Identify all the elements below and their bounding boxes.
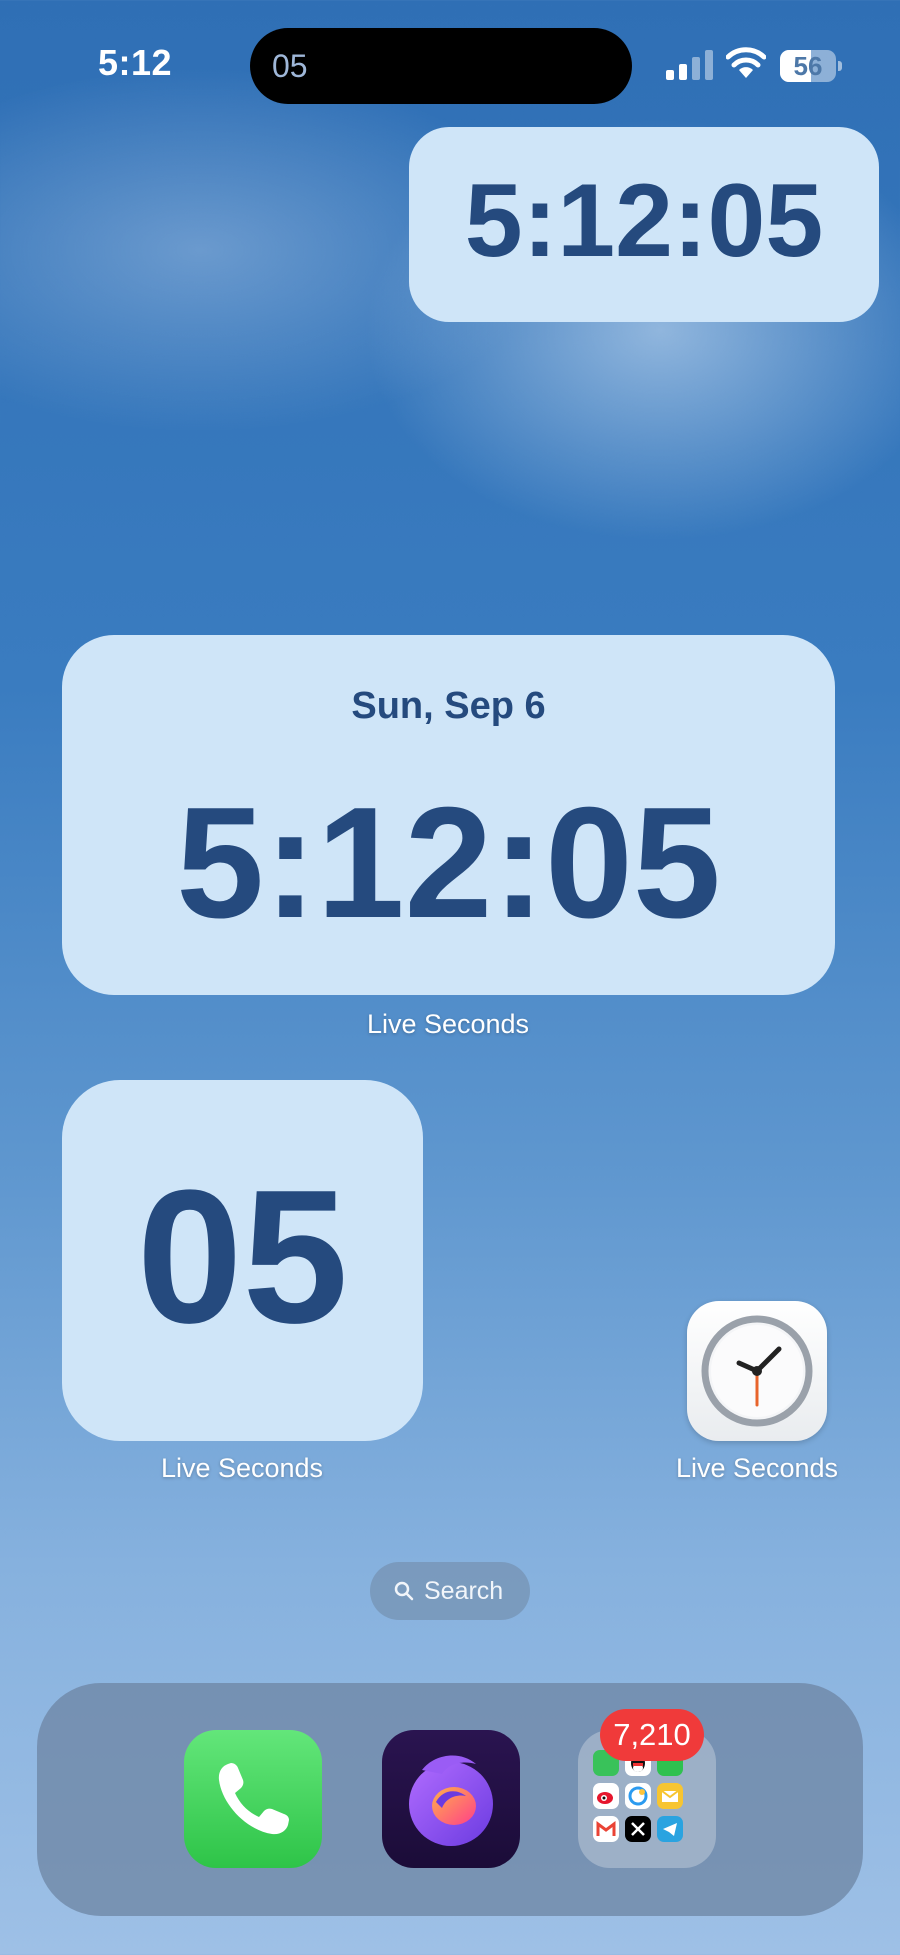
widget-label: Live Seconds: [366, 1009, 530, 1039]
dock: [37, 1683, 863, 1916]
widget-time: 5:12:05: [176, 775, 721, 951]
mail-icon: [657, 1783, 683, 1809]
firefox-icon: [409, 1755, 493, 1846]
widget-date: Sun, Sep 6: [351, 685, 546, 727]
phone-app[interactable]: [184, 1730, 322, 1868]
time-widget-large[interactable]: Sun, Sep 6 5:12:05: [62, 635, 835, 995]
firefox-app[interactable]: [382, 1730, 520, 1868]
search-button[interactable]: Search: [370, 1562, 530, 1620]
app-label: Live Seconds: [675, 1453, 839, 1483]
widget-time: 5:12:05: [464, 163, 824, 279]
battery-level: 56: [793, 51, 823, 81]
clock-icon: [701, 1315, 813, 1427]
cellular-signal-icon: [666, 50, 713, 80]
seconds-widget[interactable]: 05: [62, 1080, 423, 1441]
gmail-icon: [593, 1816, 619, 1842]
widget-label: Live Seconds: [160, 1453, 324, 1483]
x-icon: [625, 1816, 651, 1842]
search-label: Search: [424, 1577, 504, 1605]
qq-browser-icon: [625, 1783, 651, 1809]
dynamic-island[interactable]: 05: [250, 28, 632, 104]
telegram-icon: [657, 1816, 683, 1842]
weibo-icon: [593, 1783, 619, 1809]
widget-seconds: 05: [136, 1151, 349, 1363]
battery-icon: 56: [780, 50, 842, 82]
wifi-icon: [726, 47, 766, 78]
island-seconds: 05: [272, 48, 308, 84]
phone-icon: [218, 1763, 289, 1835]
search-icon: [394, 1581, 414, 1601]
time-widget-small[interactable]: 5:12:05: [409, 127, 879, 322]
status-time: 5:12: [98, 42, 173, 83]
notification-badge: 7,210: [600, 1709, 704, 1761]
live-seconds-app-icon[interactable]: [687, 1301, 827, 1441]
